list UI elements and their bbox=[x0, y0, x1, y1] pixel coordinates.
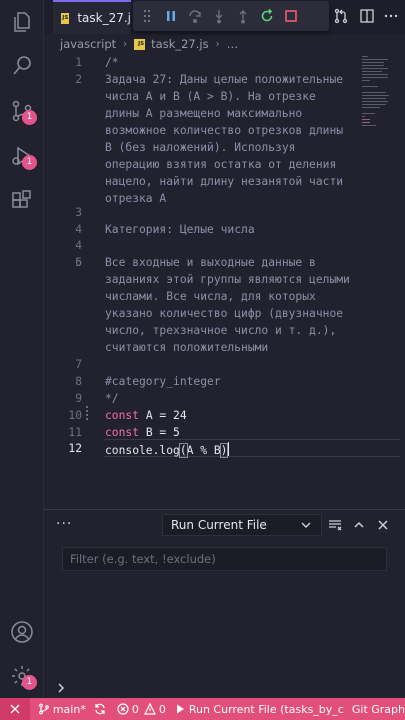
error-count: 0 bbox=[131, 702, 139, 716]
stop-icon bbox=[285, 10, 297, 22]
remote-icon bbox=[10, 704, 20, 714]
problems-indicator[interactable]: 0 0 bbox=[117, 703, 166, 716]
settings-badge: 1 bbox=[22, 675, 37, 690]
maximize-panel-button[interactable] bbox=[349, 515, 369, 535]
output-channel-select[interactable]: Run Current File bbox=[162, 514, 322, 536]
search-icon bbox=[13, 56, 31, 75]
debug-toolbar bbox=[133, 1, 329, 31]
code-line-2-wrap: операцию взятия остатка от деления bbox=[105, 158, 337, 171]
git-branch-icon bbox=[38, 703, 49, 715]
line-number: 1 bbox=[75, 56, 82, 69]
chevron-right-icon bbox=[58, 683, 65, 693]
step-into-icon bbox=[215, 10, 223, 24]
split-editor-icon bbox=[360, 9, 374, 23]
warning-count: 0 bbox=[158, 702, 166, 716]
code-line-2-wrap: B (без наложений). Используя bbox=[105, 141, 296, 154]
compare-icon bbox=[334, 8, 348, 24]
step-over-button[interactable] bbox=[185, 6, 205, 26]
search-button[interactable] bbox=[0, 44, 44, 88]
breadcrumb-separator: › bbox=[215, 38, 220, 50]
restart-icon bbox=[261, 8, 273, 22]
line-number: 4 bbox=[75, 239, 82, 252]
breadcrumb-separator: › bbox=[123, 38, 128, 50]
pause-button[interactable] bbox=[161, 6, 181, 26]
extensions-icon bbox=[12, 190, 31, 208]
step-into-button[interactable] bbox=[209, 6, 229, 26]
account-icon bbox=[11, 621, 33, 643]
explorer-button[interactable] bbox=[0, 0, 44, 44]
git-graph-label: Git Graph bbox=[351, 702, 405, 716]
clear-list-icon bbox=[329, 520, 342, 531]
javascript-file-icon: JS bbox=[61, 12, 70, 24]
sync-button[interactable] bbox=[94, 703, 109, 715]
more-actions-button[interactable] bbox=[381, 6, 401, 26]
code-line-2-wrap: нацело, найти длину незанятой части bbox=[105, 175, 344, 188]
stop-button[interactable] bbox=[281, 6, 301, 26]
manage-button[interactable]: 1 bbox=[0, 654, 44, 698]
error-icon bbox=[117, 703, 129, 715]
code-line-2-wrap: отрезка A bbox=[105, 192, 167, 205]
close-icon bbox=[378, 520, 388, 530]
tab-bar: JS task_27.j bbox=[44, 0, 405, 34]
accounts-button[interactable] bbox=[0, 610, 44, 654]
restart-button[interactable] bbox=[257, 6, 277, 26]
code-line-2-wrap: длины A размещено максимально bbox=[105, 107, 303, 120]
breadcrumb-folder[interactable]: javascript bbox=[60, 37, 116, 51]
panel-more-button[interactable]: ··· bbox=[56, 516, 72, 532]
run-debug-button[interactable]: 1 bbox=[0, 134, 44, 178]
breadcrumb-symbols[interactable]: … bbox=[227, 37, 239, 51]
chevron-down-icon bbox=[301, 522, 311, 528]
current-line-highlight bbox=[104, 439, 400, 457]
split-editor-button[interactable] bbox=[357, 6, 377, 26]
close-panel-button[interactable] bbox=[373, 515, 393, 535]
output-channel-label: Run Current File bbox=[171, 518, 267, 532]
minimap[interactable] bbox=[362, 54, 392, 144]
code-line-1: /* bbox=[105, 56, 119, 69]
code-line-2: Задача 27: Даны целые положительные bbox=[105, 73, 344, 86]
step-over-icon bbox=[189, 10, 201, 23]
pause-icon bbox=[167, 11, 175, 21]
git-graph-button[interactable]: Git Graph bbox=[352, 703, 405, 716]
run-label: Run Current File (tasks_by_c bbox=[188, 702, 344, 716]
javascript-file-icon: JS bbox=[134, 38, 146, 50]
run-current-file-button[interactable]: Run Current File (tasks_by_c bbox=[174, 703, 344, 716]
breadcrumb-file[interactable]: task_27.js bbox=[151, 37, 208, 51]
step-out-button[interactable] bbox=[233, 6, 253, 26]
chevron-up-icon bbox=[354, 521, 364, 528]
remote-indicator[interactable] bbox=[0, 698, 30, 720]
tab-label: task_27.j bbox=[77, 11, 131, 25]
warning-icon bbox=[143, 703, 156, 715]
sync-icon bbox=[95, 703, 105, 715]
gripper-icon bbox=[144, 10, 150, 22]
files-icon bbox=[14, 12, 30, 32]
breadcrumb: javascript › JS task_27.js › … bbox=[44, 34, 405, 54]
line-number: 2 bbox=[75, 73, 82, 86]
line-number: 5 bbox=[75, 256, 82, 269]
scm-badge: 1 bbox=[22, 110, 37, 125]
run-icon bbox=[176, 704, 184, 714]
status-bar: main* 0 0 Run Current File (tasks_by_c G… bbox=[0, 698, 405, 720]
code-line-2-wrap: возможное количество отрезков длины bbox=[105, 124, 344, 137]
clear-output-button[interactable] bbox=[325, 515, 345, 535]
branch-indicator[interactable]: main* bbox=[38, 703, 86, 716]
compare-button[interactable] bbox=[331, 6, 351, 26]
output-filter-input[interactable]: Filter (e.g. text, !exclude) bbox=[62, 547, 387, 571]
branch-name: main* bbox=[52, 702, 86, 716]
code-editor[interactable]: 1 2 3 4 5 /* Задача 27: Даны целые полож… bbox=[44, 54, 405, 509]
modified-line-marker bbox=[86, 406, 88, 420]
filter-placeholder: Filter (e.g. text, !exclude) bbox=[70, 552, 216, 566]
output-panel: ··· Run Current File Filter (e.g. text, … bbox=[44, 509, 405, 698]
source-control-button[interactable]: 1 bbox=[0, 89, 44, 133]
tab-task-27[interactable]: JS task_27.j bbox=[53, 0, 131, 34]
ellipsis-icon bbox=[384, 14, 398, 18]
line-number: 3 bbox=[75, 206, 82, 219]
extensions-button[interactable] bbox=[0, 179, 44, 223]
activity-bar: 1 1 1 bbox=[0, 0, 44, 698]
debug-badge: 1 bbox=[22, 155, 37, 170]
step-out-icon bbox=[239, 10, 247, 24]
code-line-2-wrap: числа A и B (A > B). На отрезке bbox=[105, 90, 316, 103]
drag-handle[interactable] bbox=[137, 6, 157, 26]
